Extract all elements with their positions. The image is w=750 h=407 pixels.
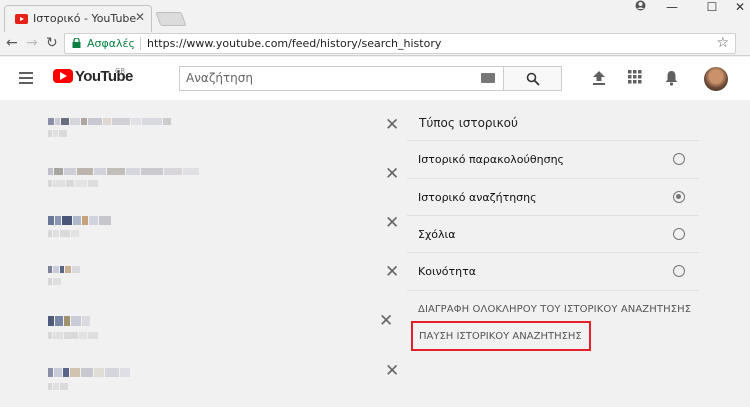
minimize-icon[interactable]: — bbox=[660, 0, 684, 14]
option-label: Ιστορικό αναζήτησης bbox=[418, 191, 537, 204]
hamburger-menu-icon[interactable] bbox=[19, 72, 33, 84]
history-type-panel: Τύπος ιστορικού Ιστορικό παρακολούθησης … bbox=[407, 100, 699, 407]
back-arrow-icon[interactable]: ← bbox=[6, 35, 18, 51]
radio-button[interactable] bbox=[673, 153, 685, 165]
search-input[interactable]: Αναζήτηση bbox=[179, 66, 504, 91]
tab-title: Ιστορικό - YouTube bbox=[33, 12, 137, 25]
keyboard-icon[interactable] bbox=[481, 73, 495, 83]
youtube-masthead: YouTube GR Αναζήτηση bbox=[0, 57, 750, 100]
history-option-search[interactable]: Ιστορικό αναζήτησης bbox=[407, 178, 699, 215]
obscured-date-text bbox=[48, 180, 99, 187]
obscured-query-text bbox=[48, 368, 131, 377]
obscured-query-text bbox=[48, 118, 172, 125]
close-icon[interactable]: ✕ bbox=[385, 117, 399, 134]
tab-close-icon[interactable]: ✕ bbox=[135, 10, 145, 24]
search-icon bbox=[526, 72, 540, 86]
apps-grid-icon[interactable] bbox=[628, 70, 642, 84]
option-label: Κοινότητα bbox=[418, 265, 477, 278]
search-placeholder: Αναζήτηση bbox=[186, 71, 253, 85]
reload-icon[interactable]: ↻ bbox=[46, 35, 58, 51]
close-icon[interactable]: ✕ bbox=[379, 313, 393, 330]
list-item[interactable]: ✕ bbox=[48, 166, 408, 200]
browser-tab[interactable]: Ιστορικό - YouTube ✕ bbox=[4, 5, 152, 33]
close-window-icon[interactable]: ✕ bbox=[728, 0, 750, 14]
radio-button[interactable] bbox=[673, 265, 685, 277]
history-option-comments[interactable]: Σχόλια bbox=[407, 215, 699, 252]
youtube-logo-icon[interactable] bbox=[53, 69, 73, 83]
secure-label: Ασφαλές bbox=[87, 37, 135, 50]
obscured-date-text bbox=[48, 332, 99, 339]
pause-search-history-button[interactable]: ΠΑΥΣΗ ΙΣΤΟΡΙΚΟΥ ΑΝΑΖΗΤΗΣΗΣ bbox=[419, 331, 582, 342]
browser-titlebar: Ιστορικό - YouTube ✕ — ☐ ✕ bbox=[0, 0, 750, 33]
youtube-favicon-icon bbox=[15, 14, 28, 24]
close-icon[interactable]: ✕ bbox=[385, 264, 399, 281]
upload-icon[interactable] bbox=[592, 70, 606, 86]
list-item[interactable]: ✕ bbox=[48, 215, 408, 248]
radio-button-selected[interactable] bbox=[673, 191, 685, 203]
history-option-watch[interactable]: Ιστορικό παρακολούθησης bbox=[407, 140, 699, 177]
list-item[interactable]: ✕ bbox=[48, 117, 408, 150]
list-item[interactable]: ✕ bbox=[48, 363, 408, 400]
close-icon[interactable]: ✕ bbox=[385, 166, 399, 183]
profile-icon[interactable] bbox=[628, 0, 652, 14]
obscured-date-text bbox=[48, 383, 69, 390]
clear-all-search-history-button[interactable]: ΔΙΑΓΡΑΦΗ ΟΛΟΚΛΗΡΟΥ ΤΟΥ ΙΣΤΟΡΙΚΟΥ ΑΝΑΖΗΤΗ… bbox=[418, 304, 691, 315]
new-tab-button[interactable] bbox=[155, 12, 187, 26]
search-button[interactable] bbox=[504, 66, 562, 91]
option-label: Ιστορικό παρακολούθησης bbox=[418, 153, 565, 166]
maximize-icon[interactable]: ☐ bbox=[700, 0, 724, 14]
radio-button[interactable] bbox=[673, 228, 685, 240]
bookmark-star-icon[interactable]: ☆ bbox=[716, 35, 729, 51]
address-bar-row: ← → ↻ Ασφαλές https://www.youtube.com/fe… bbox=[0, 32, 750, 86]
pause-search-history-highlight: ΠΑΥΣΗ ΙΣΤΟΡΙΚΟΥ ΑΝΑΖΗΤΗΣΗΣ bbox=[411, 321, 591, 351]
lock-icon bbox=[72, 38, 81, 48]
forward-arrow-icon[interactable]: → bbox=[26, 35, 38, 51]
obscured-query-text bbox=[48, 216, 112, 225]
option-label: Σχόλια bbox=[418, 228, 456, 241]
close-icon[interactable]: ✕ bbox=[385, 363, 399, 380]
obscured-query-text bbox=[48, 266, 81, 273]
country-code: GR bbox=[115, 67, 126, 75]
panel-title: Τύπος ιστορικού bbox=[419, 116, 518, 130]
search-history-list: ✕ ✕ ✕ ✕ ✕ ✕ bbox=[0, 100, 410, 407]
bell-icon[interactable] bbox=[665, 70, 678, 86]
url-text[interactable]: https://www.youtube.com/feed/history/sea… bbox=[147, 37, 441, 50]
close-icon[interactable]: ✕ bbox=[385, 215, 399, 232]
obscured-query-text bbox=[48, 316, 91, 326]
omnibox[interactable]: Ασφαλές https://www.youtube.com/feed/his… bbox=[64, 33, 736, 54]
obscured-date-text bbox=[48, 278, 62, 285]
list-item[interactable]: ✕ bbox=[48, 264, 408, 298]
obscured-date-text bbox=[48, 130, 68, 137]
divider bbox=[407, 290, 699, 291]
omnibox-divider bbox=[140, 37, 141, 50]
avatar[interactable] bbox=[704, 67, 728, 91]
history-option-community[interactable]: Κοινότητα bbox=[407, 252, 699, 289]
obscured-query-text bbox=[48, 168, 200, 175]
obscured-date-text bbox=[48, 230, 80, 237]
list-item[interactable]: ✕ bbox=[48, 313, 408, 348]
